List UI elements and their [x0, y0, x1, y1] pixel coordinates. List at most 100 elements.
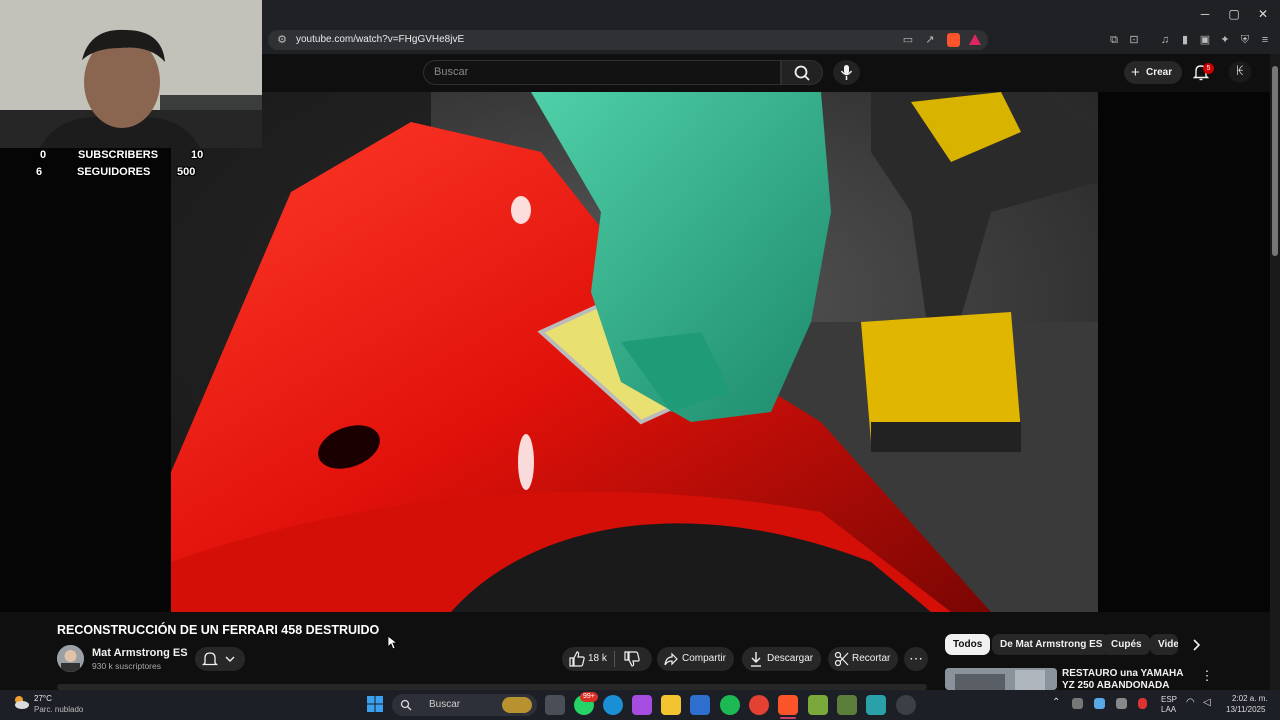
chip-coupes[interactable]: Cupés — [1103, 634, 1150, 655]
chip-all[interactable]: Todos — [945, 634, 991, 655]
maximize-button[interactable]: ▢ — [1219, 4, 1249, 24]
file-explorer-icon[interactable] — [661, 695, 681, 715]
create-label: Crear — [1146, 67, 1173, 78]
cursor-arrow — [388, 636, 398, 650]
site-info-icon[interactable]: ⚙ — [275, 33, 289, 47]
clock-date[interactable]: 13/11/2025 — [1226, 705, 1265, 714]
download-button[interactable]: Descargar — [742, 647, 821, 671]
spotify-icon[interactable] — [720, 695, 740, 715]
thumbs-up-icon — [569, 651, 585, 667]
sidebar-icon[interactable]: ▮ — [1178, 33, 1192, 47]
menu-icon[interactable]: ≡ — [1258, 33, 1272, 47]
chip-videos[interactable]: Vide — [1150, 634, 1178, 655]
active-app-indicator — [780, 717, 796, 719]
chrome-icon[interactable] — [749, 695, 769, 715]
download-label: Descargar — [767, 653, 814, 664]
share-label: Compartir — [682, 653, 726, 664]
clip-button[interactable]: Recortar — [828, 647, 898, 671]
search-input[interactable] — [423, 60, 781, 85]
video-frame[interactable] — [171, 92, 1098, 612]
mic-icon — [840, 65, 853, 80]
chevron-right-icon — [1193, 639, 1201, 651]
scissors-icon — [834, 651, 849, 667]
tray-overflow-icon[interactable]: ⌃ — [1052, 697, 1060, 708]
volume-icon[interactable]: ◁ — [1203, 697, 1211, 708]
channel-avatar-image — [57, 645, 84, 672]
store-icon[interactable] — [690, 695, 710, 715]
subscribed-notifications-button[interactable] — [195, 647, 245, 671]
cloud-icon — [15, 696, 29, 709]
task-view-icon[interactable] — [545, 695, 565, 715]
close-button[interactable]: ✕ — [1248, 4, 1278, 24]
leo-ai-icon[interactable]: ✦ — [1218, 33, 1232, 47]
webcam-stat-left: 0 — [40, 149, 47, 161]
app-icon[interactable] — [837, 695, 857, 715]
tray-usb-icon[interactable] — [1116, 698, 1127, 709]
clock-time[interactable]: 2:02 a. m. — [1232, 694, 1268, 703]
share-page-icon[interactable]: ↗ — [923, 33, 937, 47]
obs-icon[interactable] — [896, 695, 916, 715]
capcut-icon[interactable] — [866, 695, 886, 715]
share-button[interactable]: Compartir — [657, 647, 734, 671]
webcam-stat-left: 6 — [36, 166, 43, 178]
copilot-icon[interactable] — [632, 695, 652, 715]
brave-rewards-icon[interactable] — [969, 34, 981, 45]
language-top[interactable]: ESP — [1161, 695, 1177, 704]
start-button[interactable] — [366, 695, 384, 713]
share-icon — [664, 652, 678, 666]
dislike-button[interactable] — [618, 647, 648, 671]
minecraft-icon[interactable] — [808, 695, 828, 715]
weather-icon[interactable] — [12, 693, 30, 711]
wallet-icon[interactable]: ▣ — [1198, 33, 1212, 47]
search-placeholder: Buscar — [434, 66, 469, 78]
wifi-icon[interactable]: ◠ — [1186, 697, 1195, 708]
more-actions-button[interactable]: ⋯ — [904, 647, 928, 671]
webcam-stat-label: SUBSCRIBERS — [78, 149, 159, 161]
thumbs-down-icon — [624, 651, 640, 667]
notification-badge: 5 — [1203, 63, 1214, 74]
taskbar-search-label: Buscar — [429, 699, 461, 710]
webcam-stat-right: 500 — [177, 166, 196, 178]
download-icon — [751, 652, 761, 667]
recommendation-thumbnail-image — [945, 668, 1057, 690]
weather-desc[interactable]: Parc. nublado — [34, 705, 83, 714]
tray-mic-icon[interactable] — [1138, 698, 1147, 709]
minimize-button[interactable]: ─ — [1190, 4, 1220, 24]
screenshot-icon[interactable]: ⊡ — [1127, 33, 1141, 47]
extensions-icon[interactable]: ⧉ — [1107, 33, 1121, 47]
recommendation-menu-icon[interactable]: ⋮ — [1200, 668, 1214, 684]
taskbar-search[interactable]: Buscar — [392, 694, 537, 716]
weather-temp[interactable]: 27°C — [34, 694, 52, 703]
brave-shield-icon[interactable] — [947, 33, 960, 47]
cast-icon[interactable]: ▭ — [901, 33, 915, 47]
like-divider — [614, 651, 615, 667]
channel-avatar[interactable] — [57, 645, 84, 672]
recommendation-thumbnail[interactable] — [945, 668, 1057, 690]
media-icon[interactable]: ♫ — [1158, 33, 1172, 47]
browser-titlebar — [262, 0, 1280, 28]
like-button[interactable]: 18 k — [562, 647, 614, 671]
video-title: RECONSTRUCCIÓN DE UN FERRARI 458 DESTRUI… — [57, 623, 380, 637]
channel-name[interactable]: Mat Armstrong ES — [92, 647, 188, 659]
create-button[interactable]: + Crear — [1124, 61, 1182, 84]
voice-search-button[interactable] — [833, 60, 860, 85]
tray-app-icon[interactable] — [1072, 698, 1083, 709]
chips-next-button[interactable] — [1185, 634, 1207, 656]
plus-icon: + — [1131, 64, 1140, 81]
recommendation-title[interactable]: RESTAURO una YAMAHA YZ 250 ABANDONADA Du… — [1062, 668, 1192, 690]
vpn-icon[interactable]: ⛨ — [1238, 33, 1252, 47]
url-text[interactable]: youtube.com/watch?v=FHgGVHe8jvE — [296, 34, 464, 45]
account-avatar[interactable]: ꀘ — [1229, 61, 1251, 83]
search-icon — [794, 65, 810, 81]
search-highlight-icon — [502, 697, 532, 713]
search-button[interactable] — [781, 60, 823, 85]
language-bottom[interactable]: LAA — [1161, 705, 1176, 714]
edge-icon[interactable] — [603, 695, 623, 715]
tray-bluetooth-icon[interactable] — [1094, 698, 1105, 709]
channel-subscribers: 930 k suscriptores — [92, 661, 161, 671]
brave-icon[interactable] — [778, 695, 798, 715]
scrollbar-thumb[interactable] — [1272, 66, 1278, 256]
clip-label: Recortar — [852, 653, 891, 664]
webcam-stat-label: SEGUIDORES — [77, 166, 151, 178]
chip-from-channel[interactable]: De Mat Armstrong ES — [992, 634, 1111, 655]
